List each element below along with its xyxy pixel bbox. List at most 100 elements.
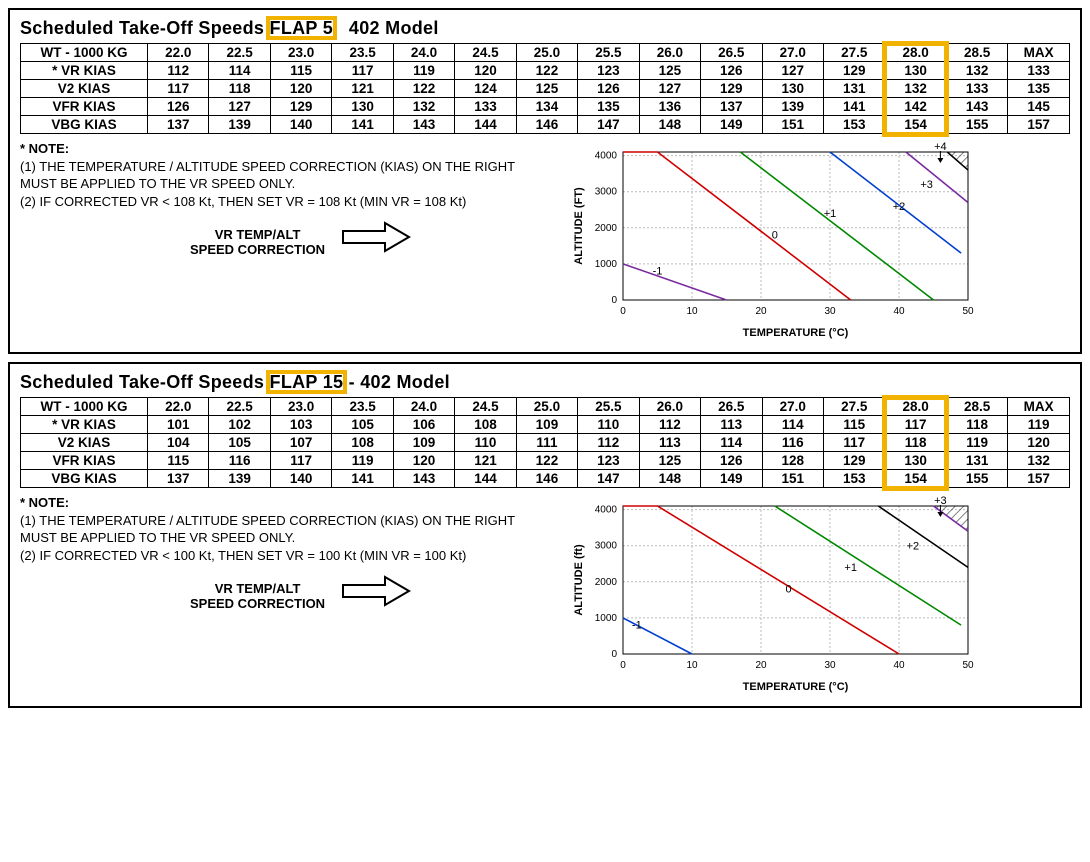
arrow-icon <box>341 574 411 608</box>
table-row-label: V2 KIAS <box>21 80 148 98</box>
table-cell: 125 <box>639 452 700 470</box>
table-cell: 151 <box>762 470 823 488</box>
table-col-header: 27.5 <box>823 398 884 416</box>
table-cell: 143 <box>393 116 454 134</box>
table-col-header: 25.5 <box>578 398 639 416</box>
table-cell: 120 <box>393 452 454 470</box>
table-cell: 129 <box>270 98 331 116</box>
table-cell: 141 <box>332 116 393 134</box>
svg-text:0: 0 <box>620 660 626 671</box>
table-cell: 146 <box>516 470 577 488</box>
flap-label: FLAP 15 <box>270 372 344 392</box>
table-row-label: V2 KIAS <box>21 434 148 452</box>
table-cell: 130 <box>885 62 946 80</box>
table-col-header: 25.0 <box>516 398 577 416</box>
chart-box: 0102030405001000200030004000-10+1+2+3+4T… <box>568 140 978 340</box>
svg-text:20: 20 <box>755 306 767 317</box>
table-cell: 130 <box>332 98 393 116</box>
table-cell: 149 <box>701 470 762 488</box>
svg-text:1000: 1000 <box>595 613 618 624</box>
table-cell: 122 <box>516 62 577 80</box>
svg-text:3000: 3000 <box>595 541 618 552</box>
table-col-header: 27.5 <box>823 44 884 62</box>
note-block: * NOTE: (1) THE TEMPERATURE / ALTITUDE S… <box>20 140 550 259</box>
table-cell: 120 <box>270 80 331 98</box>
table-col-header: 26.5 <box>701 44 762 62</box>
table-cell: 126 <box>701 452 762 470</box>
table-cell: 127 <box>209 98 270 116</box>
note-line-2: (2) IF CORRECTED VR < 108 Kt, THEN SET V… <box>20 193 550 211</box>
svg-text:0: 0 <box>772 230 778 242</box>
table-cell: 143 <box>393 470 454 488</box>
table-cell: 126 <box>578 80 639 98</box>
table-cell: 120 <box>1008 434 1070 452</box>
table-col-header: 27.0 <box>762 398 823 416</box>
table-cell: 115 <box>270 62 331 80</box>
takeoff-speed-panel: Scheduled Take-Off Speeds FLAP 15 - 402 … <box>8 362 1082 708</box>
takeoff-speed-panel: Scheduled Take-Off Speeds FLAP 5 402 Mod… <box>8 8 1082 354</box>
svg-text:10: 10 <box>686 306 698 317</box>
table-col-header: 25.0 <box>516 44 577 62</box>
title-suffix: - 402 Model <box>343 372 450 392</box>
table-cell: 143 <box>946 98 1007 116</box>
table-cell: 116 <box>762 434 823 452</box>
svg-text:+2: +2 <box>893 201 906 213</box>
table-row-label: VBG KIAS <box>21 116 148 134</box>
svg-text:50: 50 <box>962 660 974 671</box>
table-col-header: 23.0 <box>270 44 331 62</box>
table-cell: 106 <box>393 416 454 434</box>
table-cell: 136 <box>639 98 700 116</box>
table-cell: 117 <box>270 452 331 470</box>
table-cell: 140 <box>270 470 331 488</box>
table-cell: 135 <box>578 98 639 116</box>
table-cell: 122 <box>516 452 577 470</box>
table-cell: 157 <box>1008 470 1070 488</box>
table-cell: 112 <box>578 434 639 452</box>
table-col-header: 22.0 <box>148 44 209 62</box>
speed-table: WT - 1000 KG22.022.523.023.524.024.525.0… <box>20 43 1070 134</box>
note-title: * NOTE: <box>20 140 550 158</box>
table-cell: 116 <box>209 452 270 470</box>
note-title: * NOTE: <box>20 494 550 512</box>
table-cell: 147 <box>578 470 639 488</box>
table-col-header: 23.5 <box>332 398 393 416</box>
table-cell: 135 <box>1008 80 1070 98</box>
table-cell: 154 <box>885 116 946 134</box>
table-cell: 113 <box>701 416 762 434</box>
table-cell: 110 <box>578 416 639 434</box>
table-cell: 121 <box>455 452 516 470</box>
table-cell: 117 <box>332 62 393 80</box>
table-cell: 137 <box>148 470 209 488</box>
table-col-header: 27.0 <box>762 44 823 62</box>
svg-text:2000: 2000 <box>595 223 618 234</box>
table-col-header: 25.5 <box>578 44 639 62</box>
speed-table: WT - 1000 KG22.022.523.023.524.024.525.0… <box>20 397 1070 488</box>
table-col-header: MAX <box>1008 44 1070 62</box>
table-cell: 118 <box>209 80 270 98</box>
correction-label: VR TEMP/ALT SPEED CORRECTION <box>190 227 325 258</box>
table-cell: 107 <box>270 434 331 452</box>
table-header-label: WT - 1000 KG <box>21 398 148 416</box>
svg-text:4000: 4000 <box>595 151 618 162</box>
table-cell: 123 <box>578 62 639 80</box>
table-cell: 127 <box>762 62 823 80</box>
table-cell: 137 <box>701 98 762 116</box>
table-cell: 145 <box>1008 98 1070 116</box>
svg-text:0: 0 <box>786 584 792 596</box>
table-cell: 151 <box>762 116 823 134</box>
svg-text:+3: +3 <box>920 179 933 191</box>
table-cell: 132 <box>946 62 1007 80</box>
table-cell: 125 <box>516 80 577 98</box>
table-cell: 117 <box>885 416 946 434</box>
table-cell: 113 <box>639 434 700 452</box>
note-line-1: (1) THE TEMPERATURE / ALTITUDE SPEED COR… <box>20 512 550 547</box>
svg-text:0: 0 <box>611 649 617 660</box>
panel-title: Scheduled Take-Off Speeds FLAP 15 - 402 … <box>20 372 1070 393</box>
table-cell: 105 <box>332 416 393 434</box>
table-cell: 124 <box>455 80 516 98</box>
table-cell: 109 <box>516 416 577 434</box>
svg-text:3000: 3000 <box>595 187 618 198</box>
table-cell: 132 <box>885 80 946 98</box>
table-cell: 130 <box>885 452 946 470</box>
table-col-header: 23.5 <box>332 44 393 62</box>
